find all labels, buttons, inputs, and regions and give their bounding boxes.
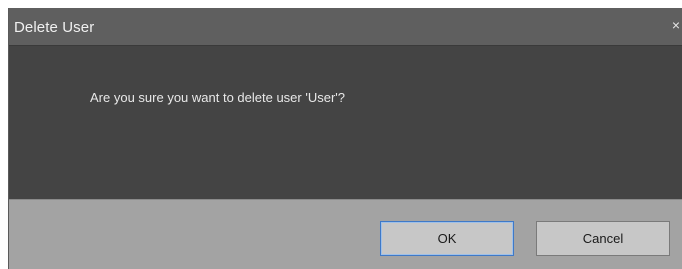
delete-user-dialog: Delete User × Are you sure you want to d… — [8, 8, 682, 269]
dialog-body: Are you sure you want to delete user 'Us… — [9, 46, 682, 199]
dialog-title: Delete User — [14, 19, 95, 36]
confirmation-message: Are you sure you want to delete user 'Us… — [90, 90, 345, 105]
cancel-button[interactable]: Cancel — [536, 221, 670, 256]
dialog-footer: OK Cancel — [9, 199, 682, 269]
close-icon[interactable]: × — [670, 18, 680, 32]
ok-button[interactable]: OK — [380, 221, 514, 256]
dialog-title-bar[interactable]: Delete User × — [9, 8, 682, 46]
